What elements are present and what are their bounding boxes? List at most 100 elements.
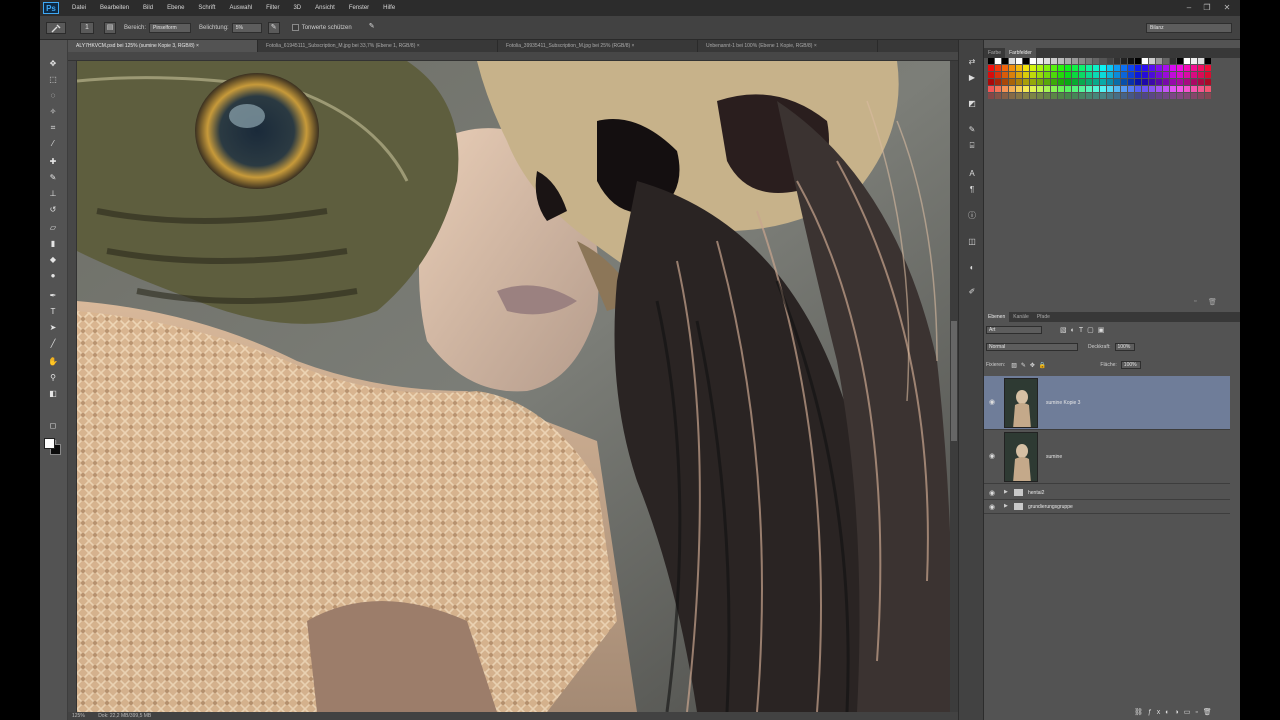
crop-tool-icon[interactable]: ⌗ [46,122,60,134]
menu-help[interactable]: Hilfe [383,5,395,11]
swatch[interactable] [1079,65,1085,71]
swatch[interactable] [1177,72,1183,78]
swatch[interactable] [1163,65,1169,71]
swatch[interactable] [1086,65,1092,71]
swatch[interactable] [1184,72,1190,78]
swatch[interactable] [995,72,1001,78]
swatch[interactable] [995,58,1001,64]
swatch[interactable] [1128,58,1134,64]
swatch[interactable] [1142,65,1148,71]
swatch[interactable] [1016,65,1022,71]
swatch[interactable] [1023,86,1029,92]
layers-footer-icons[interactable]: ⛓ƒx◐◑▭▫🗑 [1134,708,1217,716]
swatch[interactable] [1107,72,1113,78]
menu-type[interactable]: Schrift [198,5,215,11]
swatch[interactable] [988,65,994,71]
swatch[interactable] [1198,93,1204,99]
swatch[interactable] [1177,79,1183,85]
swatch[interactable] [1072,65,1078,71]
swatch[interactable] [1086,86,1092,92]
tool-presets-icon[interactable]: ✐ [966,286,978,297]
eraser-tool-icon[interactable]: ▱ [46,222,60,234]
swatch[interactable] [1065,93,1071,99]
swatch[interactable] [1142,58,1148,64]
tab-swatches[interactable]: Farbfelder [1005,48,1036,58]
layer-filter-select[interactable]: Art [986,326,1042,334]
swatch[interactable] [1184,79,1190,85]
fill-input[interactable]: 100% [1120,361,1141,369]
swatch[interactable] [1093,58,1099,64]
mode-select[interactable]: Pinselform [149,22,192,33]
swatch[interactable] [988,93,994,99]
swatch[interactable] [1163,86,1169,92]
swatch[interactable] [1156,79,1162,85]
swatch[interactable] [1107,86,1113,92]
swatch[interactable] [1121,93,1127,99]
swatch[interactable] [1093,86,1099,92]
swatch[interactable] [1030,72,1036,78]
swatch[interactable] [1100,93,1106,99]
swatch[interactable] [1114,93,1120,99]
gradient-tool-icon[interactable]: ▮ [46,238,60,250]
hand-tool-icon[interactable]: ✋ [46,356,60,368]
workspace-select[interactable]: Bilanz [1146,23,1232,33]
swatch[interactable] [1058,65,1064,71]
swatch[interactable] [1177,86,1183,92]
swatch[interactable] [1023,58,1029,64]
pen-tool-icon[interactable]: ✒ [46,290,60,302]
character-panel-icon[interactable]: A [966,168,978,179]
swatch[interactable] [1072,58,1078,64]
swatch[interactable] [1121,58,1127,64]
doc-tab-3[interactable]: Fotolia_39935411_Subscription_M.jpg bei … [498,40,698,52]
vertical-ruler[interactable] [68,61,77,712]
swatch[interactable] [1135,65,1141,71]
swatch[interactable] [1191,72,1197,78]
path-select-tool-icon[interactable]: ➤ [46,322,60,334]
swatch[interactable] [1030,93,1036,99]
swatch[interactable] [1030,65,1036,71]
clone-stamp-tool-icon[interactable]: ⊥ [46,188,60,200]
swatch[interactable] [1037,72,1043,78]
swatch[interactable] [1191,65,1197,71]
swatch[interactable] [1107,58,1113,64]
swatch[interactable] [1142,86,1148,92]
swatch[interactable] [1009,65,1015,71]
swatch[interactable] [1002,72,1008,78]
layer-row-1[interactable]: ◉ sumine Kopie 3 [984,376,1230,430]
menu-3d[interactable]: 3D [293,5,301,11]
swatches-grid[interactable] [988,58,1228,128]
swatch[interactable] [1135,72,1141,78]
tool-preset-picker[interactable] [46,21,66,34]
swatch[interactable] [1079,79,1085,85]
swatch[interactable] [988,79,994,85]
doc-tab-4[interactable]: Unbenannt-1 bei 100% (Ebene 1 Kopie, RGB… [698,40,878,52]
swatch[interactable] [1128,86,1134,92]
swatch[interactable] [1079,58,1085,64]
swatch[interactable] [1184,58,1190,64]
swatch[interactable] [1009,72,1015,78]
swatch[interactable] [1030,79,1036,85]
swatch[interactable] [1198,79,1204,85]
brush-panel-icon[interactable]: ▤ [104,21,116,34]
swatch[interactable] [1149,72,1155,78]
swatch[interactable] [1149,79,1155,85]
move-tool-icon[interactable]: ✥ [46,58,60,70]
swatch[interactable] [1100,86,1106,92]
opacity-input[interactable]: 100% [1114,343,1135,351]
swatch[interactable] [1002,86,1008,92]
swatch[interactable] [1072,93,1078,99]
swatch[interactable] [1170,93,1176,99]
brush-presets-icon[interactable]: ⌸ [966,140,978,151]
navigator-panel-icon[interactable]: ◫ [966,236,978,247]
swatch[interactable] [995,86,1001,92]
shape-tool-icon[interactable]: ╱ [46,338,60,350]
visibility-eye-icon[interactable]: ◉ [989,398,995,406]
swatch[interactable] [1142,79,1148,85]
foreground-color-swatch[interactable] [44,438,55,449]
swatch[interactable] [1051,79,1057,85]
zoom-tool-icon[interactable]: ⚲ [46,372,60,384]
swatch[interactable] [1044,86,1050,92]
swatch[interactable] [1093,65,1099,71]
swatch[interactable] [1044,79,1050,85]
swatch[interactable] [1065,72,1071,78]
